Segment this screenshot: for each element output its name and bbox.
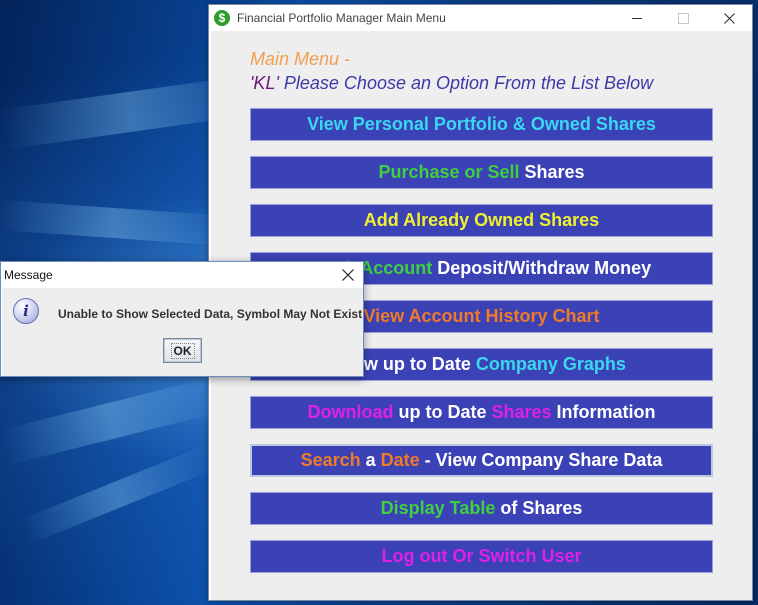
dialog-title-bar[interactable]: Message (1, 262, 363, 288)
dialog-message: Unable to Show Selected Data, Symbol May… (58, 307, 363, 321)
menu-button-label: Log out Or Switch User (381, 546, 582, 566)
ok-button[interactable]: OK (163, 338, 202, 363)
menu-button-label: View Personal Portfolio & Owned Shares (307, 114, 656, 134)
menu-instruction: 'KL' Please Choose an Option From the Li… (250, 73, 653, 94)
menu-button-label: Add Already Owned Shares (363, 210, 600, 230)
menu-button-label: Display Table (380, 498, 496, 518)
menu-button-label: Shares (519, 162, 585, 182)
dialog-title: Message (4, 268, 53, 282)
menu-button-label: - View Company Share Data (419, 450, 663, 470)
menu-button-label: Download (307, 402, 394, 422)
close-icon (723, 12, 735, 24)
menu-button-search-date[interactable]: Search a Date - View Company Share Data (250, 444, 713, 477)
menu-button-display-table[interactable]: Display Table of Shares (250, 492, 713, 525)
menu-button-label: Company Graphs (475, 354, 626, 374)
minimize-button[interactable] (614, 5, 660, 31)
menu-button-label: View Account History Chart (363, 306, 600, 326)
menu-button-label: up to Date (393, 402, 492, 422)
dialog-body: i Unable to Show Selected Data, Symbol M… (2, 288, 363, 376)
menu-button-label: Deposit/Withdraw Money (432, 258, 652, 278)
message-dialog: Message i Unable to Show Selected Data, … (0, 261, 364, 377)
menu-button-label: Date (380, 450, 420, 470)
window-title: Financial Portfolio Manager Main Menu (237, 11, 446, 25)
menu-button-add-owned[interactable]: Add Already Owned Shares (250, 204, 713, 237)
user-initials: 'KL' (250, 73, 279, 93)
menu-heading: Main Menu - (250, 49, 351, 69)
info-icon: i (13, 298, 39, 324)
dialog-close-icon[interactable] (341, 268, 355, 282)
menu-button-label: Search (300, 450, 361, 470)
instruction-text: Please Choose an Option From the List Be… (278, 73, 654, 93)
menu-button-label: Purchase or Sell (378, 162, 520, 182)
menu-button-view-portfolio[interactable]: View Personal Portfolio & Owned Shares (250, 108, 713, 141)
menu-button-purchase-sell[interactable]: Purchase or Sell Shares (250, 156, 713, 189)
menu-button-label: a (360, 450, 381, 470)
menu-button-label: Shares (491, 402, 552, 422)
close-button[interactable] (706, 5, 752, 31)
menu-button-label: Information (551, 402, 656, 422)
menu-button-download-info[interactable]: Download up to Date Shares Information (250, 396, 713, 429)
menu-button-logout[interactable]: Log out Or Switch User (250, 540, 713, 573)
title-bar[interactable]: $ Financial Portfolio Manager Main Menu (209, 5, 752, 31)
menu-button-label: of Shares (495, 498, 583, 518)
ok-button-label: OK (170, 342, 195, 359)
menu-button-label: up to Date (377, 354, 476, 374)
maximize-button[interactable] (660, 5, 706, 31)
dollar-icon: $ (214, 10, 230, 26)
